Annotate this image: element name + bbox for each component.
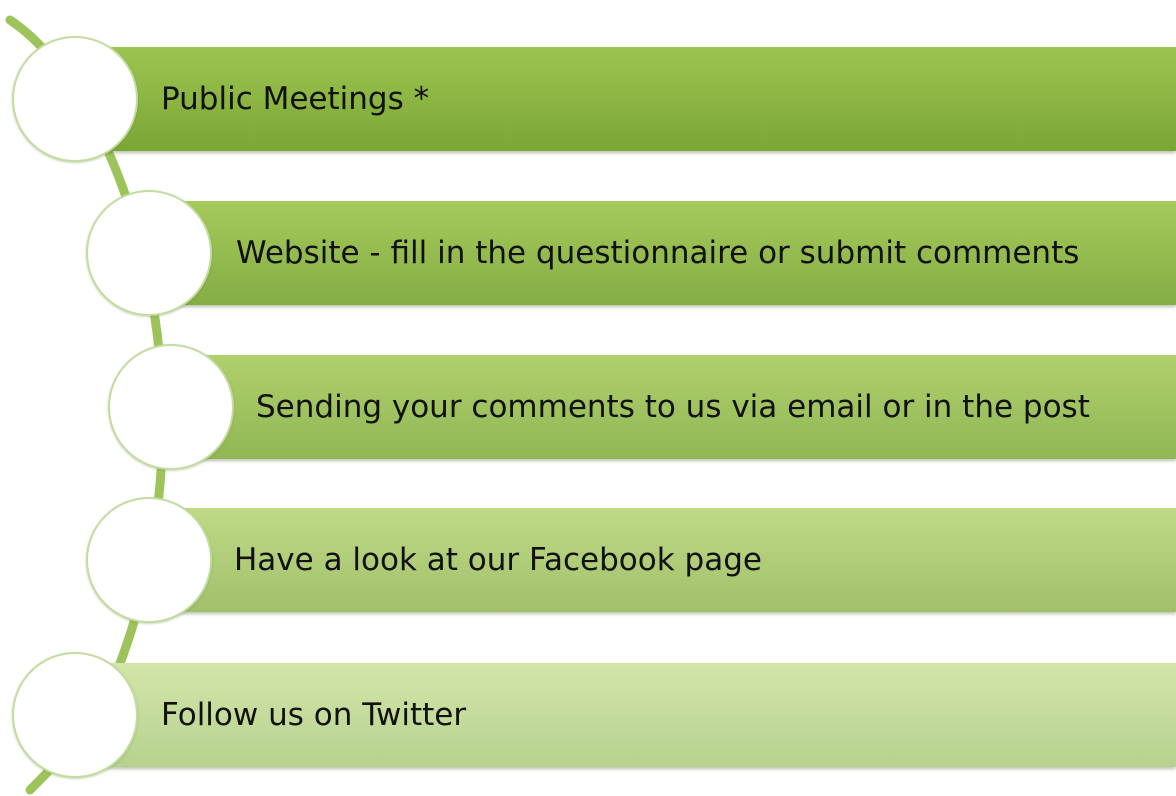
step-bar-4: Have a look at our Facebook page (150, 508, 1176, 612)
step-node-5 (12, 652, 138, 778)
step-bar-2: Website - fill in the questionnaire or s… (150, 201, 1176, 305)
step-bar-1: Public Meetings * (75, 47, 1176, 151)
step-node-2 (86, 190, 212, 316)
step-node-1 (12, 36, 138, 162)
step-label-4: Have a look at our Facebook page (234, 542, 762, 578)
step-label-2: Website - fill in the questionnaire or s… (236, 235, 1080, 271)
process-list-diagram: Public Meetings * Website - fill in the … (0, 0, 1176, 796)
step-node-3 (108, 344, 234, 470)
step-bar-3: Sending your comments to us via email or… (172, 355, 1176, 459)
step-node-4 (86, 497, 212, 623)
step-label-3: Sending your comments to us via email or… (256, 389, 1090, 425)
step-label-5: Follow us on Twitter (161, 697, 467, 733)
step-bar-5: Follow us on Twitter (75, 663, 1176, 767)
step-label-1: Public Meetings * (161, 81, 430, 117)
